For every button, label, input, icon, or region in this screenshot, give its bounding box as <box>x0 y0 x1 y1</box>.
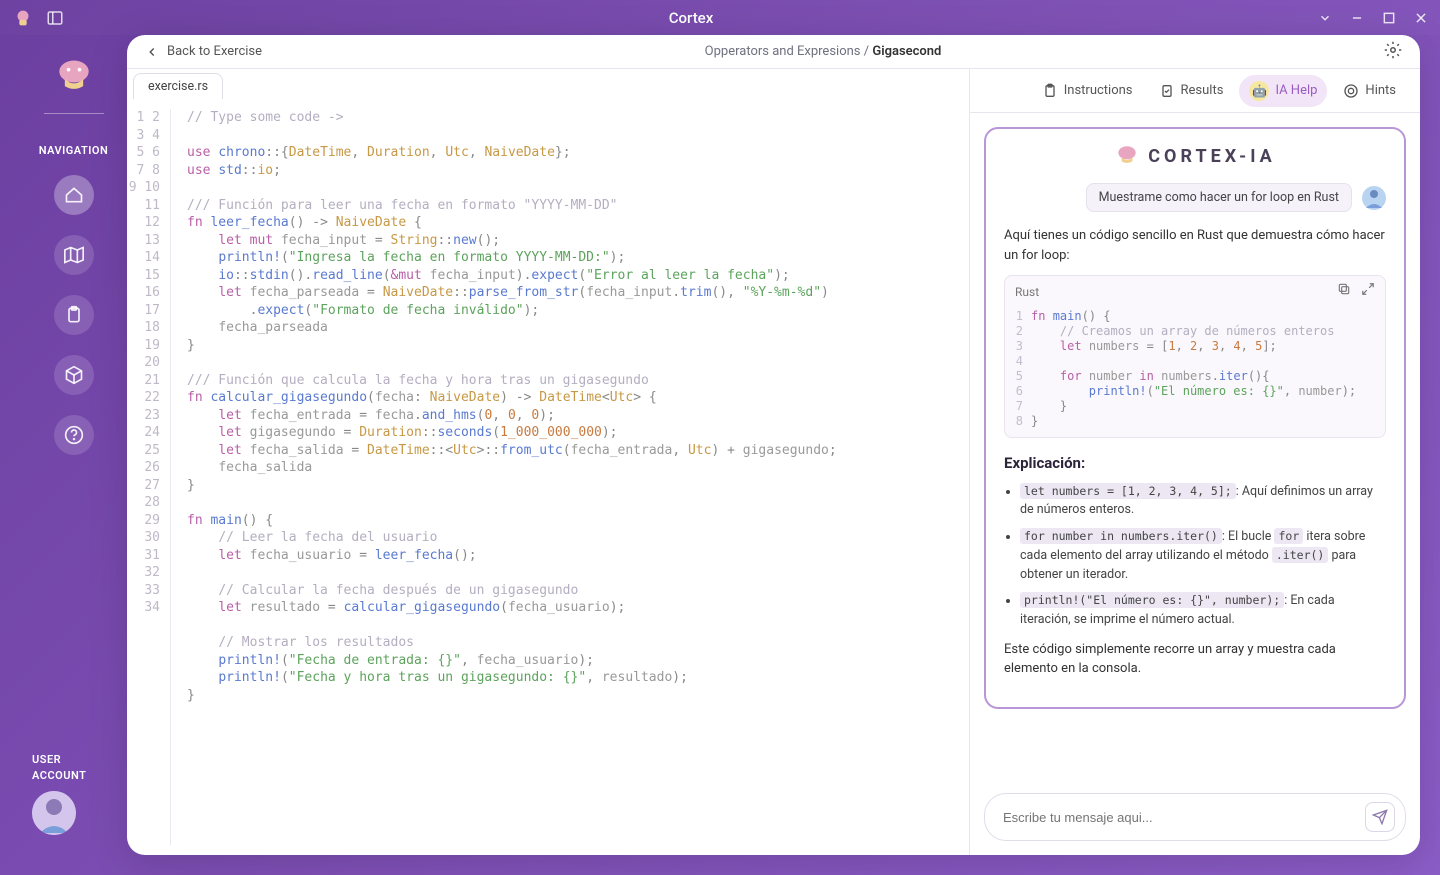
gear-icon <box>1384 41 1402 59</box>
tab-results[interactable]: Results <box>1149 77 1234 105</box>
user-message: Muestrame como hacer un for loop en Rust <box>1086 183 1352 212</box>
app-icon <box>12 7 34 29</box>
tab-instructions[interactable]: Instructions <box>1032 77 1143 105</box>
tab-hints[interactable]: Hints <box>1333 77 1406 105</box>
bullet-3: println!("El número es: {}", number);: E… <box>1020 592 1386 630</box>
avatar[interactable] <box>32 791 76 835</box>
panel-tabs: Instructions Results 🤖 IA Help Hints <box>970 69 1420 113</box>
ai-response-card: CORTEX-IA Muestrame como hacer un for lo… <box>984 127 1406 709</box>
expand-code-button[interactable] <box>1361 282 1375 301</box>
ai-brand: CORTEX-IA <box>1004 143 1386 169</box>
file-tab[interactable]: exercise.rs <box>133 73 223 99</box>
breadcrumb: Opperators and Expresions / Gigasecond <box>262 44 1384 59</box>
bullet-1: let numbers = [1, 2, 3, 4, 5];: Aquí def… <box>1020 483 1386 521</box>
code-lang-label: Rust <box>1015 283 1039 301</box>
code-editor[interactable]: 1 2 3 4 5 6 7 8 9 10 11 12 13 14 15 16 1… <box>127 99 969 855</box>
nav-help[interactable] <box>54 415 94 455</box>
brain-logo-icon <box>52 55 96 99</box>
ai-code-block: Rust 1 2 3 4 5 6 7 8 fn main() { // Crea… <box>1004 275 1386 438</box>
close-icon[interactable] <box>1414 11 1428 25</box>
back-button[interactable]: Back to Exercise <box>145 44 262 59</box>
clipboard-icon <box>1042 83 1058 99</box>
right-panel: Instructions Results 🤖 IA Help Hints <box>970 69 1420 855</box>
editor-area: exercise.rs 1 2 3 4 5 6 7 8 9 10 11 12 1… <box>127 69 970 855</box>
sidebar: NAVIGATION USER ACCOUNT <box>20 35 127 855</box>
chevron-down-icon[interactable] <box>1318 11 1332 25</box>
app-title: Cortex <box>64 9 1318 27</box>
sidebar-divider <box>44 113 104 114</box>
panel-toggle-icon[interactable] <box>46 9 64 27</box>
ai-response-body: Aquí tienes un código sencillo en Rust q… <box>1004 226 1386 679</box>
maximize-icon[interactable] <box>1382 11 1396 25</box>
nav-clipboard[interactable] <box>54 295 94 335</box>
minimize-icon[interactable] <box>1350 11 1364 25</box>
chevron-left-icon <box>145 45 159 59</box>
composer <box>984 793 1406 841</box>
titlebar: Cortex <box>0 0 1440 35</box>
bot-icon: 🤖 <box>1249 81 1269 101</box>
nav-map[interactable] <box>54 235 94 275</box>
settings-button[interactable] <box>1384 41 1402 63</box>
tab-ia-help[interactable]: 🤖 IA Help <box>1239 75 1327 107</box>
hints-icon <box>1343 83 1359 99</box>
top-bar: Back to Exercise Opperators and Expresio… <box>127 35 1420 69</box>
bullet-2: for number in numbers.iter(): El bucle f… <box>1020 528 1386 584</box>
user-avatar-small <box>1362 186 1386 210</box>
results-icon <box>1159 83 1175 99</box>
brain-icon <box>1114 143 1140 169</box>
back-label: Back to Exercise <box>167 44 262 59</box>
send-icon <box>1372 809 1388 825</box>
message-input[interactable] <box>1003 810 1365 825</box>
nav-cube[interactable] <box>54 355 94 395</box>
send-button[interactable] <box>1365 802 1395 832</box>
nav-home[interactable] <box>54 175 94 215</box>
nav-title: NAVIGATION <box>39 144 109 157</box>
copy-code-button[interactable] <box>1337 282 1351 301</box>
user-section-title: USER ACCOUNT <box>32 752 86 783</box>
explain-title: Explicación: <box>1004 452 1386 475</box>
main-panel: Back to Exercise Opperators and Expresio… <box>127 35 1420 855</box>
